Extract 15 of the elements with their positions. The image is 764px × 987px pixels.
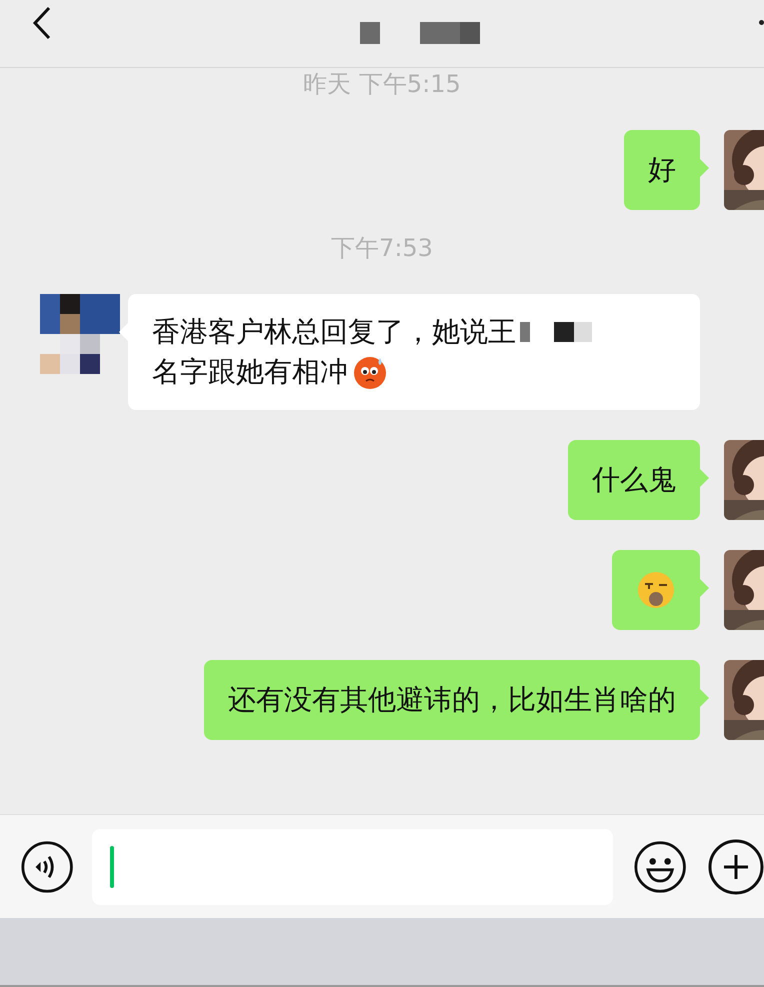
emoji-icon bbox=[636, 570, 676, 610]
emoji-icon[interactable] bbox=[634, 838, 686, 894]
timestamp: 下午7:53 bbox=[331, 233, 433, 264]
add-icon[interactable] bbox=[708, 838, 764, 894]
more-icon[interactable] bbox=[759, 20, 764, 25]
input-field[interactable] bbox=[92, 828, 613, 904]
voice-icon[interactable] bbox=[21, 838, 74, 894]
message-text: 什么鬼 bbox=[592, 462, 676, 498]
message-text: 香港客户林总回复了，她说王 bbox=[152, 314, 516, 350]
back-icon[interactable] bbox=[32, 6, 52, 40]
message-text: 名字跟她有相冲 bbox=[152, 354, 348, 390]
timestamp: 昨天 下午5:15 bbox=[303, 69, 461, 100]
message-text: 还有没有其他避讳的，比如生肖啥的 bbox=[228, 682, 676, 718]
message-text: 好 bbox=[648, 152, 676, 188]
emoji-icon bbox=[352, 354, 388, 390]
